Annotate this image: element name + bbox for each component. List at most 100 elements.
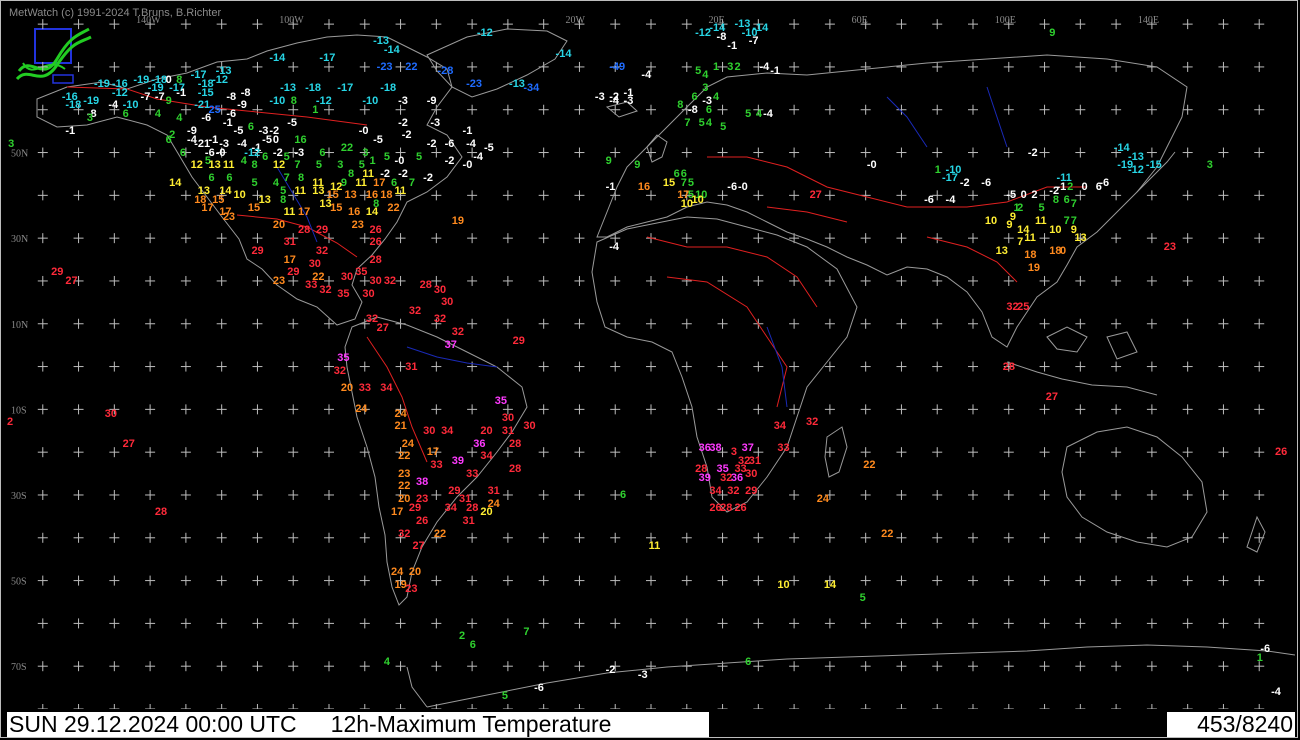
temperature-value: 23 [272,274,286,287]
temperature-value: -3 [430,116,441,129]
temperature-value: 31 [748,454,761,467]
temperature-value: 17 [283,253,296,266]
temperature-value: -4 [108,99,119,112]
temperature-value: 11 [648,540,661,553]
temperature-value: 23 [351,219,364,232]
temperature-value: 30 [423,424,436,437]
temperature-value: 23 [1163,240,1177,253]
temperature-value: 25 [1017,300,1030,313]
temperature-value: -6 [924,193,934,206]
temperature-value: 6 [179,146,186,159]
temperature-value: 20 [272,219,286,232]
coastlines [36,28,1295,708]
temperature-value: 6 [319,146,326,159]
temperature-value: 17 [426,446,439,459]
temperature-value: 31 [283,236,296,249]
temperature-value: -49 [609,60,626,73]
temperature-value: 18 [380,189,393,202]
temperature-value: 4 [272,176,280,189]
temperature-value: 29 [287,266,300,279]
temperature-value: 13 [258,193,271,206]
temperature-value: -1 [727,39,738,52]
temperature-value: 32 [451,326,465,339]
temperature-value: 8 [290,95,297,108]
temperature-value: 8 [176,73,183,86]
temperature-value: -2 [426,137,437,150]
latitude-label: 10S [11,405,27,416]
latitude-label: 50N [11,149,28,160]
temperature-value: 3 [727,60,734,73]
temperature-value: 13 [208,159,221,172]
temperature-value: 10 [777,578,790,591]
temperature-value: 10 [1049,223,1062,236]
temperature-value: 6 [691,90,698,103]
temperature-value: 5 [251,176,258,189]
temperature-value: 3 [86,112,93,125]
temperature-value: 3 [362,146,369,159]
temperature-value: 15 [247,202,261,215]
temperature-value: 5 [383,150,390,163]
temperature-value: 26 [734,501,747,514]
temperature-value: -5 [233,125,244,138]
temperature-value: -8 [226,90,237,103]
temperature-value: 30 [369,274,382,287]
temperature-value: -12 [111,86,128,99]
temperature-value: -3 [594,90,605,103]
temperature-value: -6 [727,180,738,193]
temperature-value: 6 [165,133,172,146]
temperature-value: 36 [730,471,744,484]
temperature-value: -15 [197,86,214,99]
temperature-value: 22 [398,450,411,463]
temperature-value: -2 [444,155,455,168]
temperature-value: 11 [294,185,307,198]
temperature-value: 9 [634,159,641,172]
temperature-value: 0 [1060,244,1067,257]
temperature-value: -23 [376,60,393,73]
temperature-value: 32 [727,484,740,497]
temperature-value: 27 [122,437,135,450]
temperature-value: 24 [394,407,407,420]
temperature-value: 3 [1206,159,1213,172]
temperature-value: 6 [673,167,680,180]
temperature-value: 30 [433,283,447,296]
temperature-value: -18 [380,82,397,95]
latitude-label: 30N [11,234,28,245]
temperature-value: -4 [609,240,619,253]
temperature-value: -2 [423,172,433,185]
temperature-value: 20 [480,506,493,519]
temperature-value: 15 [330,202,343,215]
temperature-value: 19 [1027,262,1041,275]
temperature-value: 36 [473,437,486,450]
temperature-value: -12 [476,26,493,39]
temperature-value: -2 [959,176,970,189]
temperature-value: -5 [287,116,297,129]
temperature-value: 20 [340,381,354,394]
temperature-value: 5 [501,690,508,703]
temperature-value: 13 [995,244,1008,257]
temperature-value: -1 [176,86,187,99]
temperature-value: 9 [340,176,347,189]
temperature-value: 20 [408,566,422,579]
temperature-value: -14 [269,52,286,65]
temperature-value: 35 [494,394,507,407]
temperature-value: 29 [315,223,329,236]
temperature-value: 5 [695,65,702,78]
temperature-value: 20 [480,424,493,437]
temperature-value: 2 [1067,180,1074,193]
temperature-value: -34 [523,82,540,95]
temperature-value: 35 [337,352,350,364]
longitude-label: 60E [852,15,868,26]
temperature-value: -4 [759,60,770,73]
temperature-value: 22 [863,459,876,471]
temperature-value: 6 [122,108,129,120]
world-map[interactable]: 140W 100W 20W 20E 60E 100E 140E 50N30N10N10S30… [7,7,1295,709]
temperature-value: -6 [981,176,992,189]
temperature-value: 34 [773,420,787,433]
temperature-value: 7 [1063,215,1070,228]
temperature-value: 29 [745,484,758,497]
temperature-value: 24 [390,566,404,579]
temperature-value: 23 [222,210,236,223]
temperature-value: 35 [355,266,368,279]
parameter-name: 12h-Maximum Temperature [330,711,612,737]
temperature-value: 28 [1002,360,1016,373]
